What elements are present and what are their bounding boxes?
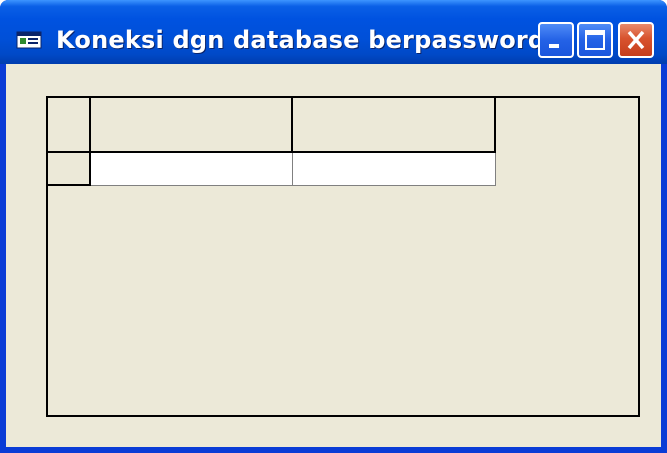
grid-corner-cell[interactable] [48,98,91,153]
app-window: Koneksi dgn database berpassword [0,0,667,453]
grid-column-header[interactable] [293,98,496,153]
grid-cell[interactable] [293,153,496,186]
window-title: Koneksi dgn database berpassword [56,26,546,54]
form-client-area [6,64,661,447]
data-grid[interactable] [46,96,640,417]
grid-column-header[interactable] [91,98,293,153]
window-app-icon[interactable] [16,30,44,50]
close-icon [627,30,645,50]
title-bar[interactable]: Koneksi dgn database berpassword [0,0,667,64]
close-button[interactable] [618,22,654,58]
maximize-icon [585,30,605,50]
minimize-icon [549,44,559,48]
grid-cell[interactable] [91,153,293,186]
grid-row-header[interactable] [48,153,91,186]
minimize-button[interactable] [538,22,574,58]
maximize-button[interactable] [577,22,613,58]
